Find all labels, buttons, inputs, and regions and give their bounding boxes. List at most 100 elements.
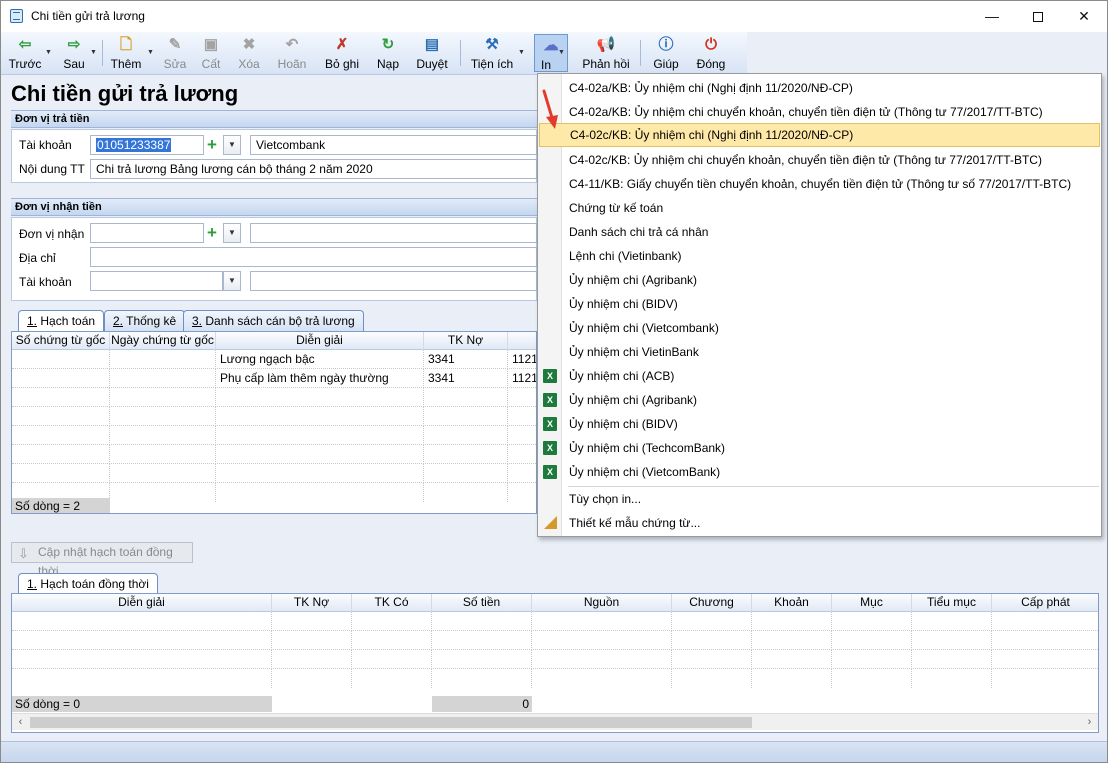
column-header[interactable]: Diễn giải bbox=[216, 332, 424, 350]
approve-button[interactable]: ▤ Duyệt bbox=[412, 34, 452, 72]
menu-item[interactable]: Ủy nhiệm chi (Agribank) bbox=[539, 268, 1100, 292]
menu-item[interactable]: C4-02a/KB: Ủy nhiệm chi (Nghị định 11/20… bbox=[539, 76, 1100, 100]
next-dropdown-icon[interactable]: ▼ bbox=[90, 49, 98, 56]
help-button[interactable]: ⓘ Giúp bbox=[649, 34, 683, 72]
menu-item[interactable]: C4-02c/KB: Ủy nhiệm chi chuyển khoản, ch… bbox=[539, 148, 1100, 172]
menu-item-excel[interactable]: X Ủy nhiệm chi (Agribank) bbox=[539, 388, 1100, 412]
minimize-button[interactable]: — bbox=[969, 1, 1015, 32]
column-header[interactable]: Mục bbox=[832, 594, 912, 612]
address-field[interactable] bbox=[90, 247, 537, 267]
unpost-button[interactable]: ✗ Bỏ ghi bbox=[321, 34, 363, 72]
menu-item-excel[interactable]: X Ủy nhiệm chi (TechcomBank) bbox=[539, 436, 1100, 460]
content-field[interactable]: Chi trả lương Bảng lương cán bộ tháng 2 … bbox=[90, 159, 537, 179]
tab-staff-list[interactable]: 3. Danh sách cán bộ trả lương bbox=[183, 310, 364, 331]
tab-accounting[interactable]: 1. Hạch toán bbox=[18, 310, 105, 332]
menu-item-excel[interactable]: X Ủy nhiệm chi (BIDV) bbox=[539, 412, 1100, 436]
save-button[interactable]: ▣ Cất bbox=[195, 34, 227, 72]
undo-icon: ↶ bbox=[285, 36, 299, 53]
table-row[interactable] bbox=[12, 631, 1098, 650]
column-header[interactable]: TK Nợ bbox=[424, 332, 508, 350]
column-header[interactable]: TK Nợ bbox=[272, 594, 352, 612]
column-header[interactable]: TK Có bbox=[352, 594, 432, 612]
table-row[interactable] bbox=[12, 445, 536, 464]
next-button[interactable]: ⇨ Sau bbox=[56, 34, 92, 72]
scroll-left-icon[interactable]: ‹ bbox=[12, 714, 29, 731]
payee-account-label: Tài khoản bbox=[19, 275, 72, 289]
row-description: Phụ cấp làm thêm ngày thường bbox=[216, 369, 424, 388]
add-button[interactable]: 🗋 Thêm bbox=[108, 34, 144, 72]
print-dropdown-icon[interactable]: ▼ bbox=[558, 49, 566, 56]
close-button[interactable]: ⏻ Đóng bbox=[693, 34, 729, 72]
menu-item[interactable]: Ủy nhiệm chi (Vietcombank) bbox=[539, 316, 1100, 340]
load-button[interactable]: ↻ Nạp bbox=[371, 34, 405, 72]
tab-concurrent-accounting[interactable]: 1. Hạch toán đồng thời bbox=[18, 573, 158, 595]
column-header[interactable]: Ngày chứng từ gốc bbox=[110, 332, 216, 350]
menu-item-design-template[interactable]: Thiết kế mẫu chứng từ... bbox=[539, 511, 1100, 535]
add-unit-icon[interactable]: + bbox=[205, 224, 219, 241]
edit-button[interactable]: ✎ Sửa bbox=[159, 34, 191, 72]
table-row[interactable]: Phụ cấp làm thêm ngày thường 3341 1121 bbox=[12, 369, 536, 388]
update-accounting-button[interactable]: ⇩ Cập nhật hạch toán đồng thời bbox=[11, 542, 193, 578]
row-description: Lương ngạch bậc bbox=[216, 350, 424, 369]
table-row[interactable] bbox=[12, 612, 1098, 631]
menu-item[interactable]: C4-11/KB: Giấy chuyển tiền chuyển khoản,… bbox=[539, 172, 1100, 196]
menu-item-print-options[interactable]: Tùy chọn in... bbox=[539, 487, 1100, 511]
feedback-button[interactable]: 📢 Phản hồi bbox=[581, 34, 631, 72]
column-header[interactable]: Diễn giải bbox=[12, 594, 272, 612]
delete-button[interactable]: ✖ Xóa bbox=[232, 34, 266, 72]
payee-bank-field[interactable] bbox=[250, 271, 537, 291]
accounting-grid: Số chứng từ gốc Ngày chứng từ gốc Diễn g… bbox=[11, 331, 537, 514]
column-header[interactable]: Cấp phát bbox=[992, 594, 1098, 612]
table-row[interactable] bbox=[12, 669, 1098, 688]
column-header[interactable]: Số tiền bbox=[432, 594, 532, 612]
prev-dropdown-icon[interactable]: ▼ bbox=[45, 49, 53, 56]
add-dropdown-icon[interactable]: ▼ bbox=[147, 49, 155, 56]
payee-unit-field[interactable] bbox=[90, 223, 204, 243]
payee-account-dropdown[interactable]: ▼ bbox=[223, 271, 241, 291]
menu-item[interactable]: C4-02a/KB: Ủy nhiệm chi chuyển khoản, ch… bbox=[539, 100, 1100, 124]
payer-account-field[interactable]: 01051233387 bbox=[90, 135, 204, 155]
horizontal-scrollbar[interactable]: ‹ › bbox=[12, 713, 1098, 730]
scroll-thumb[interactable] bbox=[30, 717, 752, 728]
maximize-button[interactable] bbox=[1015, 1, 1061, 32]
payee-unit-label: Đơn vị nhận bbox=[19, 227, 85, 241]
payee-account-field[interactable] bbox=[90, 271, 223, 291]
print-menu: C4-02a/KB: Ủy nhiệm chi (Nghị định 11/20… bbox=[537, 73, 1102, 537]
scroll-right-icon[interactable]: › bbox=[1081, 714, 1098, 731]
column-header[interactable]: Số chứng từ gốc bbox=[12, 332, 110, 350]
table-row[interactable] bbox=[12, 650, 1098, 669]
payee-unit-name-field[interactable] bbox=[250, 223, 537, 243]
column-header[interactable]: Khoản bbox=[752, 594, 832, 612]
menu-item-excel[interactable]: X Ủy nhiệm chi (VietcomBank) bbox=[539, 460, 1100, 484]
add-account-icon[interactable]: + bbox=[205, 136, 219, 153]
annotation-arrow-icon bbox=[542, 89, 558, 129]
utilities-dropdown-icon[interactable]: ▼ bbox=[518, 49, 526, 56]
tab-statistics[interactable]: 2. Thống kê bbox=[104, 310, 186, 331]
menu-item-highlighted[interactable]: C4-02c/KB: Ủy nhiệm chi (Nghị định 11/20… bbox=[539, 123, 1100, 147]
utilities-button[interactable]: ⚒ Tiện ích bbox=[468, 34, 516, 72]
menu-item[interactable]: Chứng từ kế toán bbox=[539, 196, 1100, 220]
menu-item[interactable]: Ủy nhiệm chi (BIDV) bbox=[539, 292, 1100, 316]
menu-item-excel[interactable]: X Ủy nhiệm chi (ACB) bbox=[539, 364, 1100, 388]
payer-account-label: Tài khoản bbox=[19, 138, 72, 152]
menu-item[interactable]: Danh sách chi trả cá nhân bbox=[539, 220, 1100, 244]
column-header[interactable]: Chương bbox=[672, 594, 752, 612]
grid-header: Diễn giải TK Nợ TK Có Số tiền Nguồn Chươ… bbox=[12, 594, 1098, 612]
payer-bank-field[interactable]: Vietcombank bbox=[250, 135, 537, 155]
column-header[interactable]: Nguồn bbox=[532, 594, 672, 612]
table-row[interactable]: Lương ngạch bậc 3341 1121 bbox=[12, 350, 536, 369]
prev-button[interactable]: ⇦ Trước bbox=[7, 34, 43, 72]
menu-item[interactable]: Lệnh chi (Vietinbank) bbox=[539, 244, 1100, 268]
table-row[interactable] bbox=[12, 464, 536, 483]
table-row[interactable] bbox=[12, 407, 536, 426]
table-row[interactable] bbox=[12, 388, 536, 407]
undo-button[interactable]: ↶ Hoãn bbox=[274, 34, 310, 72]
payer-account-dropdown[interactable]: ▼ bbox=[223, 135, 241, 155]
payee-unit-dropdown[interactable]: ▼ bbox=[223, 223, 241, 243]
table-row[interactable] bbox=[12, 426, 536, 445]
column-header[interactable]: Tiểu mục bbox=[912, 594, 992, 612]
column-header[interactable]: T bbox=[508, 332, 536, 350]
menu-item[interactable]: Ủy nhiệm chi VietinBank bbox=[539, 340, 1100, 364]
main-window: Chi tiền gửi trả lương — ✕ ⇦ Trước ▼ ⇨ S… bbox=[0, 0, 1108, 763]
close-window-button[interactable]: ✕ bbox=[1061, 1, 1107, 32]
